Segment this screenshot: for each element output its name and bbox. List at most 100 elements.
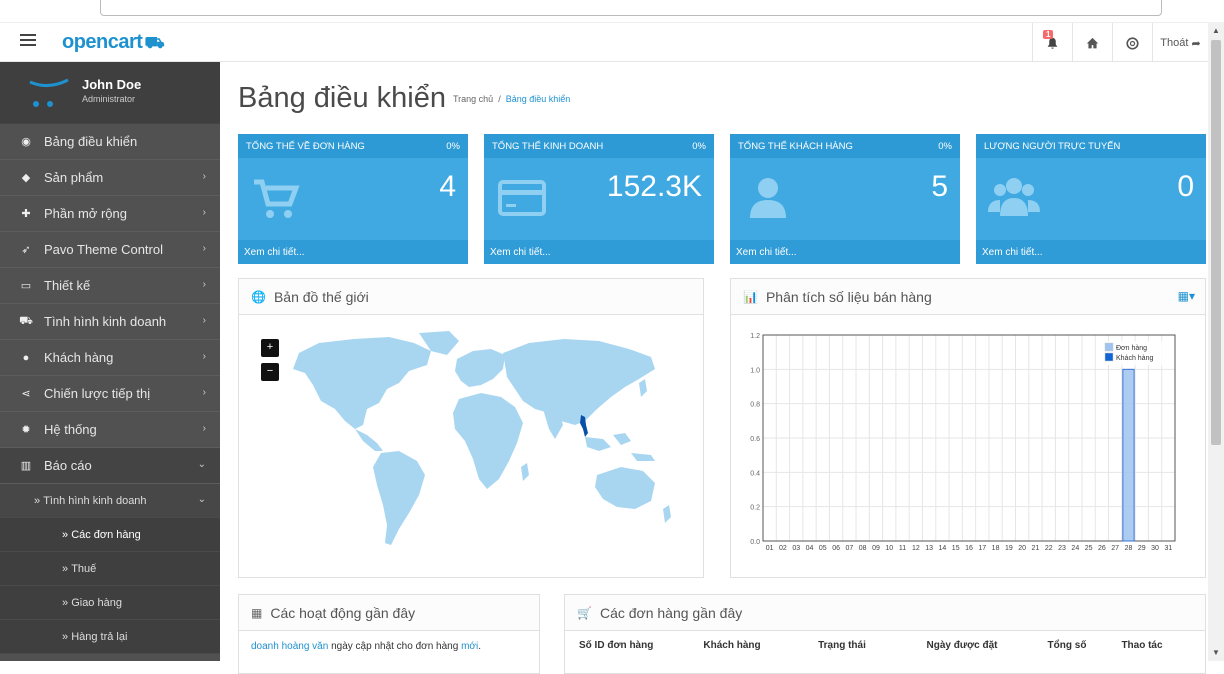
sidebar-item-label: Báo cáo — [44, 458, 92, 473]
double-chevron-icon: » — [62, 596, 72, 609]
sidebar-report-item-3[interactable]: » Hàng trả lại — [0, 620, 220, 654]
tile-value: 0 — [1177, 170, 1194, 203]
address-bar[interactable] — [100, 0, 1162, 16]
chevron-down-icon: ⌄ — [197, 494, 206, 505]
globe-icon: 🌐 — [251, 289, 266, 304]
scroll-down-icon[interactable]: ▼ — [1212, 648, 1220, 657]
x-tick-label: 20 — [1018, 545, 1026, 552]
menu-toggle-icon[interactable] — [20, 34, 36, 50]
orders-column-header[interactable]: Trạng thái — [787, 640, 897, 651]
scroll-thumb[interactable] — [1211, 40, 1221, 445]
notification-button[interactable]: 1 — [1032, 23, 1072, 63]
users-icon — [988, 172, 1040, 224]
sidebar-report-label: Các đơn hàng — [71, 528, 141, 541]
x-tick-label: 07 — [845, 545, 853, 552]
calendar-dropdown-icon[interactable]: ▦▾ — [1178, 289, 1195, 303]
sidebar-item-label: Bảng điều khiển — [44, 134, 138, 149]
orders-column-header[interactable]: Tổng số — [1027, 640, 1107, 651]
x-tick-label: 23 — [1058, 545, 1066, 552]
user-profile[interactable]: John Doe Administrator — [0, 62, 220, 124]
sidebar-item-label: Thiết kế — [44, 278, 91, 293]
opencart-logo[interactable]: opencart ⛟ — [62, 31, 165, 54]
sidebar-item-9[interactable]: ▥ Báo cáo ⌄ — [0, 448, 220, 484]
sidebar-item-2[interactable]: ✚ Phần mở rộng › — [0, 196, 220, 232]
chevron-down-icon: ⌄ — [197, 459, 206, 470]
tile-percent: 0% — [446, 141, 460, 152]
tile-view-more-link[interactable]: Xem chi tiết... — [976, 240, 1206, 264]
tile-view-more-link[interactable]: Xem chi tiết... — [730, 240, 960, 264]
sidebar-item-label: Sản phẩm — [44, 170, 104, 185]
sidebar-subitem-label: Tình hình kinh doanh — [43, 494, 147, 507]
sidebar-subitem-sales[interactable]: » Tình hình kinh doanh ⌄ — [0, 484, 220, 518]
activity-entry-text: ngày cập nhật cho đơn hàng — [328, 641, 462, 652]
tile-title: Tổng thể khách hàng — [738, 141, 853, 152]
x-tick-label: 22 — [1045, 545, 1053, 552]
chevron-right-icon: › — [202, 171, 206, 182]
tile-view-more-link[interactable]: Xem chi tiết... — [238, 240, 468, 264]
page-scrollbar[interactable]: ▲ ▼ — [1208, 22, 1224, 661]
sidebar-report-item-0[interactable]: » Các đơn hàng — [0, 518, 220, 552]
logout-button[interactable]: Thoát ➦ — [1152, 23, 1208, 63]
sidebar-report-item-1[interactable]: » Thuế — [0, 552, 220, 586]
sidebar-item-3[interactable]: ➶ Pavo Theme Control › — [0, 232, 220, 268]
tile-value: 5 — [931, 170, 948, 203]
y-tick-label: 0.4 — [750, 470, 760, 477]
sidebar-item-0[interactable]: ◉ Bảng điều khiển — [0, 124, 220, 160]
logo-text: opencart — [62, 31, 143, 53]
home-button[interactable] — [1072, 23, 1112, 63]
sidebar-item-label: Khách hàng — [44, 350, 114, 365]
tile-view-more-link[interactable]: Xem chi tiết... — [484, 240, 714, 264]
orders-table-header: Số ID đơn hàng Khách hàng Trạng thái Ngày đ… — [565, 631, 1205, 651]
orders-column-header[interactable]: Thao tác — [1107, 640, 1177, 651]
activity-order-link[interactable]: mới — [461, 641, 478, 652]
tile-title: Lượng người trực tuyến — [984, 141, 1121, 152]
tile-value: 4 — [439, 170, 456, 203]
x-tick-label: 18 — [992, 545, 1000, 552]
sidebar-item-label: Phần mở rộng — [44, 206, 127, 221]
activity-user-link[interactable]: doanh hoàng văn — [251, 641, 328, 652]
sidebar-item-5[interactable]: ⛟ Tình hình kinh doanh › — [0, 304, 220, 340]
sidebar-item-label: Hệ thống — [44, 422, 97, 437]
sidebar-item-6[interactable]: ● Khách hàng › — [0, 340, 220, 376]
double-chevron-icon: » — [62, 528, 72, 541]
breadcrumb-current[interactable]: Bảng điều khiển — [506, 94, 571, 104]
life-ring-icon — [1126, 36, 1139, 50]
breadcrumb-separator: / — [498, 94, 501, 104]
orders-column-header[interactable]: Khách hàng — [677, 640, 787, 651]
sidebar-item-4[interactable]: ▭ Thiết kế › — [0, 268, 220, 304]
chevron-right-icon: › — [202, 351, 206, 362]
user-icon: ● — [22, 351, 30, 364]
orders-column-header[interactable]: Ngày được đặt — [897, 640, 1027, 651]
stat-tile-0: Tổng thể về đơn hàng 0% 4 Xem chi tiết... — [238, 134, 468, 264]
chevron-right-icon: › — [202, 387, 206, 398]
credit-card-icon — [496, 172, 548, 224]
chevron-right-icon: › — [202, 207, 206, 218]
sidebar-item-8[interactable]: ✹ Hệ thống › — [0, 412, 220, 448]
legend-swatch — [1104, 352, 1114, 362]
world-map-panel: 🌐 Bản đồ thế giới + − — [238, 278, 704, 578]
x-tick-label: 29 — [1138, 545, 1146, 552]
double-chevron-icon: » — [62, 630, 72, 643]
scroll-up-icon[interactable]: ▲ — [1212, 26, 1220, 35]
cart-icon — [250, 172, 302, 224]
top-header: opencart ⛟ 1 Thoát ➦ — [0, 22, 1208, 63]
double-chevron-icon: » — [62, 562, 72, 575]
chevron-right-icon: › — [202, 315, 206, 326]
y-tick-label: 0.6 — [750, 436, 760, 443]
y-tick-label: 0.8 — [750, 402, 760, 409]
sign-out-icon: ➦ — [1191, 37, 1201, 50]
sidebar-report-item-2[interactable]: » Giao hàng — [0, 586, 220, 620]
sidebar-item-1[interactable]: ◆ Sản phẩm › — [0, 160, 220, 196]
puzzle-icon: ✚ — [21, 208, 31, 220]
x-tick-label: 30 — [1151, 545, 1159, 552]
sidebar: John Doe Administrator ◉ Bảng điều khiển ◆… — [0, 62, 220, 661]
x-tick-label: 01 — [766, 545, 774, 552]
world-map[interactable] — [259, 329, 679, 559]
orders-column-header[interactable]: Số ID đơn hàng — [579, 640, 677, 651]
x-tick-label: 27 — [1111, 545, 1119, 552]
sidebar-item-7[interactable]: ⋖ Chiến lược tiếp thị › — [0, 376, 220, 412]
home-icon — [1086, 37, 1099, 48]
stat-tile-3: Lượng người trực tuyến 0 Xem chi tiết... — [976, 134, 1206, 264]
breadcrumb-home[interactable]: Trang chủ — [453, 94, 493, 104]
help-button[interactable] — [1112, 23, 1152, 63]
